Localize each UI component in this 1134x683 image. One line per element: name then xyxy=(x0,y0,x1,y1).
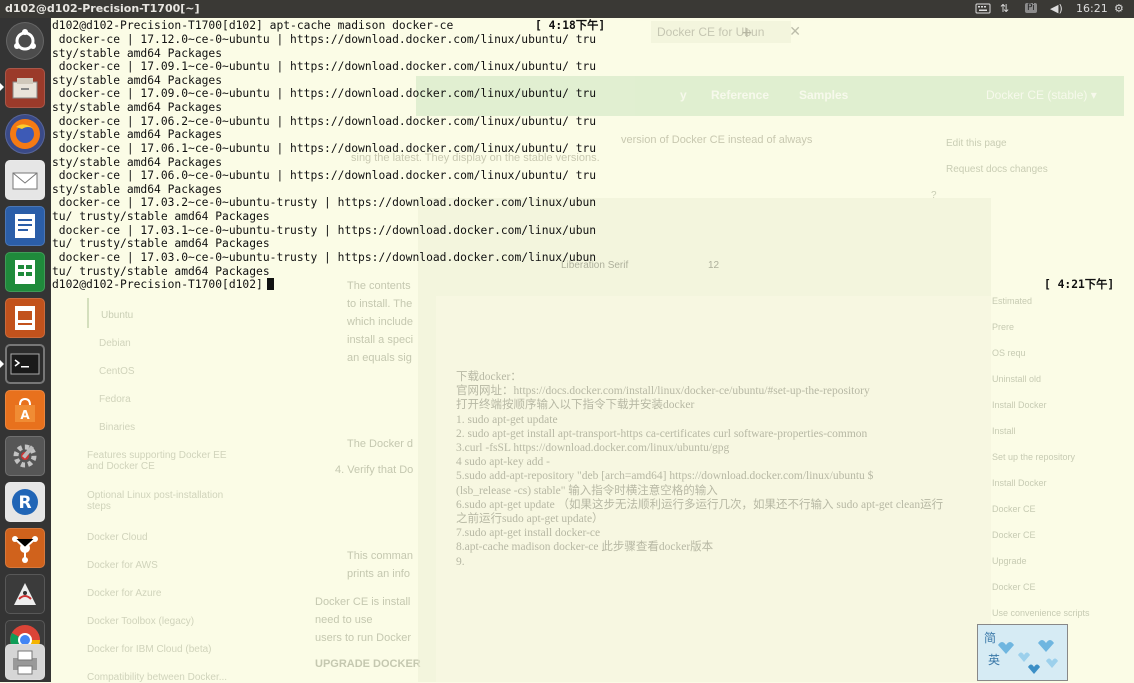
software-center-icon[interactable]: A xyxy=(5,390,45,430)
output-line: docker-ce | 17.03.1~ce-0~ubuntu-trusty |… xyxy=(52,224,597,237)
firefox-icon[interactable] xyxy=(5,114,45,154)
output-line: sty/stable amd64 Packages xyxy=(52,183,223,196)
svg-text:A: A xyxy=(20,408,30,422)
keyboard-icon[interactable] xyxy=(975,2,991,17)
network-icon[interactable]: ⇅ xyxy=(1000,2,1009,15)
output-line: docker-ce | 17.06.1~ce-0~ubuntu | https:… xyxy=(52,142,597,155)
output-line: docker-ce | 17.12.0~ce-0~ubuntu | https:… xyxy=(52,33,597,46)
top-panel: d102@d102-Precision-T1700[~] ⇅ Pi ◀) 16:… xyxy=(0,0,1134,18)
command-timestamp: [ 4:18下午] xyxy=(535,19,606,32)
output-line: docker-ce | 17.09.0~ce-0~ubuntu | https:… xyxy=(52,87,597,100)
output-line: sty/stable amd64 Packages xyxy=(52,101,223,114)
command-line: d102@d102-Precision-T1700[d102] apt-cach… xyxy=(52,19,454,32)
volume-icon[interactable]: ◀) xyxy=(1050,2,1063,15)
ime-char-simplified: 简 xyxy=(984,631,997,645)
output-line: tu/ trusty/stable amd64 Packages xyxy=(52,265,270,278)
output-line: sty/stable amd64 Packages xyxy=(52,156,223,169)
gear-icon[interactable]: ⚙ xyxy=(1114,2,1124,15)
output-line: docker-ce | 17.06.0~ce-0~ubuntu | https:… xyxy=(52,169,597,182)
network-app-icon[interactable] xyxy=(5,528,45,568)
impress-icon[interactable] xyxy=(5,298,45,338)
output-line: docker-ce | 17.06.2~ce-0~ubuntu | https:… xyxy=(52,115,597,128)
output-line: docker-ce | 17.09.1~ce-0~ubuntu | https:… xyxy=(52,60,597,73)
writer-icon[interactable] xyxy=(5,206,45,246)
output-line: sty/stable amd64 Packages xyxy=(52,47,223,60)
output-line: docker-ce | 17.03.0~ce-0~ubuntu-trusty |… xyxy=(52,251,597,264)
output-line: sty/stable amd64 Packages xyxy=(52,128,223,141)
svg-text:R: R xyxy=(18,493,31,513)
ime-char-english: 英 xyxy=(988,653,1001,667)
window-title: d102@d102-Precision-T1700[~] xyxy=(5,2,200,15)
input-method-indicator[interactable]: Pi xyxy=(1025,3,1037,13)
launcher: A R xyxy=(0,18,51,682)
printer-icon[interactable] xyxy=(5,644,45,680)
ubuntu-dash-icon[interactable] xyxy=(6,22,44,60)
prompt-line[interactable]: d102@d102-Precision-T1700[d102] xyxy=(52,278,274,292)
terminal-window[interactable]: d102@d102-Precision-T1700[d102] apt-cach… xyxy=(51,18,1134,682)
output-line: tu/ trusty/stable amd64 Packages xyxy=(52,210,270,223)
mail-icon[interactable] xyxy=(5,160,45,200)
prompt-timestamp: [ 4:21下午] xyxy=(1044,278,1115,291)
terminal-icon[interactable] xyxy=(5,344,45,384)
calc-icon[interactable] xyxy=(5,252,45,292)
output-line: tu/ trusty/stable amd64 Packages xyxy=(52,237,270,250)
clock[interactable]: 16:21 xyxy=(1076,2,1108,15)
text-cursor xyxy=(266,278,274,290)
files-icon[interactable] xyxy=(5,68,45,108)
java-icon[interactable] xyxy=(5,574,45,614)
prompt: d102@d102-Precision-T1700[d102] xyxy=(52,278,263,291)
input-method-panel[interactable]: 简 英 xyxy=(977,624,1068,681)
settings-icon[interactable] xyxy=(5,436,45,476)
output-line: docker-ce | 17.03.2~ce-0~ubuntu-trusty |… xyxy=(52,196,597,209)
r-icon[interactable]: R xyxy=(5,482,45,522)
output-line: sty/stable amd64 Packages xyxy=(52,74,223,87)
